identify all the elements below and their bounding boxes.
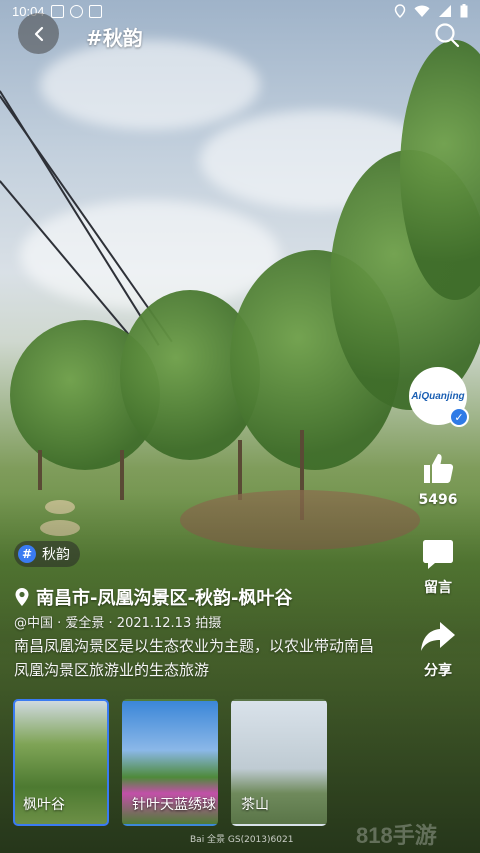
wifi-icon: [414, 5, 430, 17]
page-title: #秋韵: [86, 26, 143, 50]
chevron-left-icon: [34, 26, 43, 41]
thumbnail-item[interactable]: 枫叶谷: [13, 699, 109, 826]
signal-icon: [439, 5, 451, 17]
status-bar: 10:04: [0, 0, 480, 22]
map-watermark: Bai 全景 GS(2013)6021: [190, 835, 294, 845]
description-text: 南昌凤凰沟景区是以生态农业为主题，以农业带动南昌凤凰沟景区旅游业的生态旅游: [14, 637, 375, 679]
comment-label: 留言: [424, 580, 452, 596]
author-name: AiQuanjing: [411, 390, 465, 402]
share-label: 分享: [424, 663, 452, 679]
app-icon: [88, 4, 102, 18]
badge-icon: [69, 4, 83, 18]
author-avatar[interactable]: AiQuanjing ✓: [409, 367, 469, 427]
thumbnail-item[interactable]: 针叶天蓝绣球: [122, 699, 218, 826]
verified-badge-icon: ✓: [449, 407, 469, 427]
topic-tag[interactable]: # 秋韵: [14, 541, 80, 567]
like-count: 5496: [418, 492, 458, 508]
thumbnail-caption: 枫叶谷: [23, 797, 65, 813]
comment-icon: [423, 540, 453, 569]
thumbs-up-icon: [424, 454, 454, 483]
location-title[interactable]: 南昌市-凤凰沟景区-秋韵-枫叶谷: [14, 584, 292, 610]
site-watermark: 818手游: [356, 823, 437, 848]
thumbnail-caption: 茶山: [241, 797, 269, 813]
map-pin-icon: [15, 588, 29, 606]
back-button[interactable]: [18, 13, 59, 54]
location-text: 南昌市-凤凰沟景区-秋韵-枫叶谷: [36, 588, 293, 609]
notification-a-icon: [50, 4, 64, 18]
topic-tag-label: 秋韵: [42, 547, 70, 563]
photo-meta: @中国 · 爱全景 · 2021.12.13 拍摄: [14, 616, 222, 631]
scene-thumbnails: 枫叶谷 针叶天蓝绣球 茶山: [13, 699, 327, 826]
share-button[interactable]: 分享: [410, 620, 466, 680]
hashtag-icon: #: [18, 545, 36, 563]
like-button[interactable]: 5496: [410, 450, 466, 508]
location-icon: [394, 4, 406, 18]
share-arrow-icon: [421, 622, 455, 651]
search-icon[interactable]: [434, 22, 460, 48]
thumbnail-caption: 针叶天蓝绣球: [132, 797, 216, 813]
comment-button[interactable]: 留言: [410, 537, 466, 597]
battery-icon: [460, 4, 468, 18]
thumbnail-item[interactable]: 茶山: [231, 699, 327, 826]
